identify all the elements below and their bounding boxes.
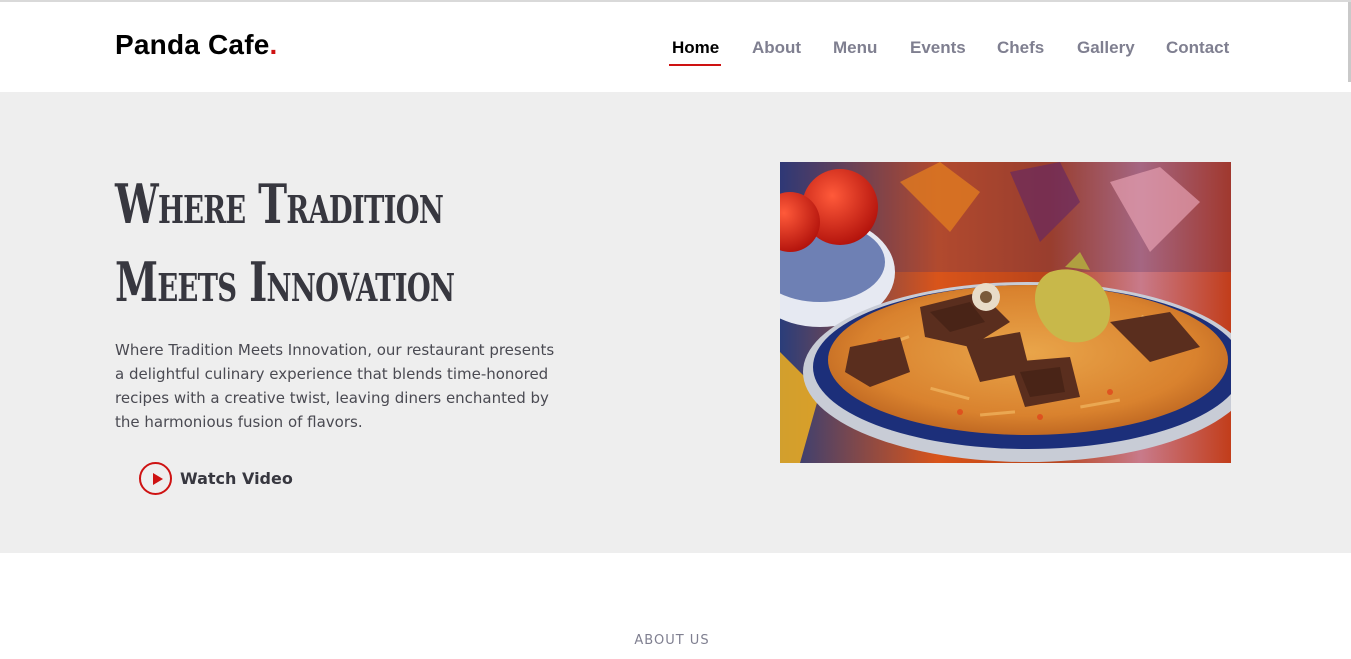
- hero-title-line1: Where Tradition: [115, 172, 444, 236]
- hero-food-image: [780, 162, 1231, 463]
- plov-dish-photo-icon: [780, 162, 1231, 463]
- nav-menu[interactable]: Menu: [833, 38, 877, 58]
- site-header: Panda Cafe. Home About Menu Events Chefs…: [0, 2, 1348, 92]
- hero-description: Where Tradition Meets Innovation, our re…: [115, 341, 555, 431]
- nav-chefs[interactable]: Chefs: [997, 38, 1044, 58]
- nav-active-underline: [669, 64, 721, 66]
- nav-gallery[interactable]: Gallery: [1077, 38, 1135, 58]
- nav-about[interactable]: About: [752, 38, 801, 58]
- nav-events[interactable]: Events: [910, 38, 966, 58]
- nav-home-underline-wrap: [669, 38, 721, 68]
- play-circle-icon[interactable]: [139, 461, 172, 495]
- watch-video-button[interactable]: Watch Video: [139, 461, 293, 495]
- about-us-label: ABOUT US: [634, 633, 710, 648]
- hero-title: Where Tradition Meets Innovation: [115, 165, 489, 321]
- main-nav: Home About Menu Events Chefs Gallery Con…: [0, 38, 1348, 68]
- nav-contact[interactable]: Contact: [1166, 38, 1229, 58]
- hero-title-line2: Meets Innovation: [115, 250, 455, 314]
- watch-video-label: Watch Video: [180, 468, 293, 488]
- hero-section: Where Tradition Meets Innovation Where T…: [0, 92, 1351, 553]
